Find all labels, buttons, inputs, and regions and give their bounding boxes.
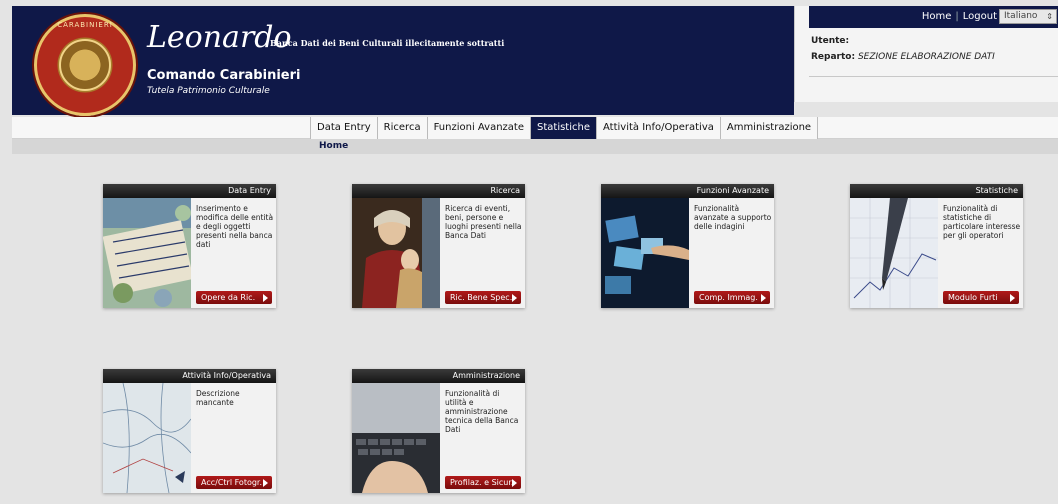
nav-tabs: Data Entry Ricerca Funzioni Avanzate Sta…	[310, 117, 819, 139]
modulo-furti-button[interactable]: Modulo Furti	[943, 291, 1019, 304]
tab-amministrazione[interactable]: Amministrazione	[719, 117, 819, 139]
tab-attivita-info-operativa[interactable]: Attività Info/Operativa	[596, 117, 720, 139]
button-label: Modulo Furti	[948, 293, 998, 302]
breadcrumb-home[interactable]: Home	[319, 141, 348, 151]
card-title: Ricerca	[490, 186, 520, 195]
card-description: Descrizione mancante	[196, 389, 240, 407]
tab-ricerca[interactable]: Ricerca	[376, 117, 427, 139]
card-data-entry: Data Entry Inserimento e modifica delle …	[103, 184, 276, 308]
org-subtitle: Tutela Patrimonio Culturale	[147, 86, 270, 96]
painting-image	[352, 198, 440, 308]
link-separator: |	[955, 11, 959, 22]
user-label: Utente:	[811, 36, 850, 46]
button-label: Comp. Immag.	[699, 293, 758, 302]
card-title: Amministrazione	[452, 371, 520, 380]
language-select[interactable]: Italiano ⇕	[999, 9, 1057, 24]
acc-ctrl-fotogr-button[interactable]: Acc/Ctrl Fotogr.	[196, 476, 272, 489]
keyboard-image	[352, 383, 440, 493]
top-links: Home | Logout	[922, 11, 997, 22]
language-value: Italiano	[1004, 11, 1038, 21]
divider	[809, 76, 1058, 77]
button-label: Profilaz. e Sicur.	[450, 478, 514, 487]
card-header: Attività Info/Operativa	[103, 369, 276, 383]
carabinieri-logo: CARABINIERI	[34, 14, 136, 116]
opere-da-ric-button[interactable]: Opere da Ric.	[196, 291, 272, 304]
logo-emblem-icon	[59, 39, 111, 91]
manuscript-image	[103, 198, 191, 308]
card-header: Amministrazione	[352, 369, 525, 383]
reparto-info: Reparto: SEZIONE ELABORAZIONE DATI	[811, 52, 995, 62]
logout-link[interactable]: Logout	[963, 11, 997, 22]
card-amministrazione: Amministrazione Funzionalità di utilità …	[352, 369, 525, 493]
button-label: Ric. Bene Spec.	[450, 293, 513, 302]
arrow-right-icon	[761, 294, 766, 302]
card-title: Statistiche	[975, 186, 1018, 195]
tab-statistiche[interactable]: Statistiche	[530, 117, 596, 139]
card-header: Funzioni Avanzate	[601, 184, 774, 198]
card-ricerca: Ricerca Ricerca di eventi, beni, persone…	[352, 184, 525, 308]
button-label: Opere da Ric.	[201, 293, 256, 302]
breadcrumb-bar: Home	[12, 139, 1058, 154]
card-header: Statistiche	[850, 184, 1023, 198]
user-panel: Home | Logout Italiano ⇕ Utente: Reparto: …	[794, 6, 1058, 102]
user-top-bar: Home | Logout Italiano ⇕	[809, 6, 1058, 28]
site-header: CARABINIERI Leonardo Banca Dati dei Beni…	[12, 6, 794, 116]
card-title: Data Entry	[228, 186, 271, 195]
card-description: Ricerca di eventi, beni, persone e luogh…	[445, 204, 522, 240]
card-header: Ricerca	[352, 184, 525, 198]
arrow-right-icon	[1010, 294, 1015, 302]
select-arrow-icon: ⇕	[1046, 12, 1053, 21]
arrow-right-icon	[263, 479, 268, 487]
card-statistiche: Statistiche Funzionalità di statistiche …	[850, 184, 1023, 308]
pen-chart-image	[850, 198, 938, 308]
map-image	[103, 383, 191, 493]
card-description: Inserimento e modifica delle entità e de…	[196, 204, 274, 249]
card-title: Funzioni Avanzate	[696, 186, 769, 195]
logo-text: CARABINIERI	[57, 21, 113, 29]
card-attivita-info-operativa: Attività Info/Operativa Descrizione manc…	[103, 369, 276, 493]
arrow-right-icon	[263, 294, 268, 302]
main-nav: Data Entry Ricerca Funzioni Avanzate Sta…	[12, 117, 1058, 139]
card-description: Funzionalità di statistiche di particola…	[943, 204, 1021, 240]
reparto-value: SEZIONE ELABORAZIONE DATI	[857, 52, 995, 62]
card-title: Attività Info/Operativa	[182, 371, 271, 380]
reparto-label: Reparto:	[811, 52, 856, 62]
tab-funzioni-avanzate[interactable]: Funzioni Avanzate	[426, 117, 530, 139]
ric-bene-spec-button[interactable]: Ric. Bene Spec.	[445, 291, 521, 304]
card-header: Data Entry	[103, 184, 276, 198]
home-link[interactable]: Home	[922, 11, 952, 22]
touchscreen-image	[601, 198, 689, 308]
card-funzioni-avanzate: Funzioni Avanzate Funzionalità avanzate …	[601, 184, 774, 308]
arrow-right-icon	[512, 479, 517, 487]
card-description: Funzionalità di utilità e amministrazion…	[445, 389, 519, 434]
comp-immag-button[interactable]: Comp. Immag.	[694, 291, 770, 304]
profilaz-e-sicur-button[interactable]: Profilaz. e Sicur.	[445, 476, 521, 489]
arrow-right-icon	[512, 294, 517, 302]
tab-data-entry[interactable]: Data Entry	[310, 117, 377, 139]
brand-subtitle: Banca Dati dei Beni Culturali illecitame…	[270, 38, 505, 48]
org-name: Comando Carabinieri	[147, 68, 301, 83]
button-label: Acc/Ctrl Fotogr.	[201, 478, 263, 487]
card-description: Funzionalità avanzate a supporto delle i…	[694, 204, 772, 231]
